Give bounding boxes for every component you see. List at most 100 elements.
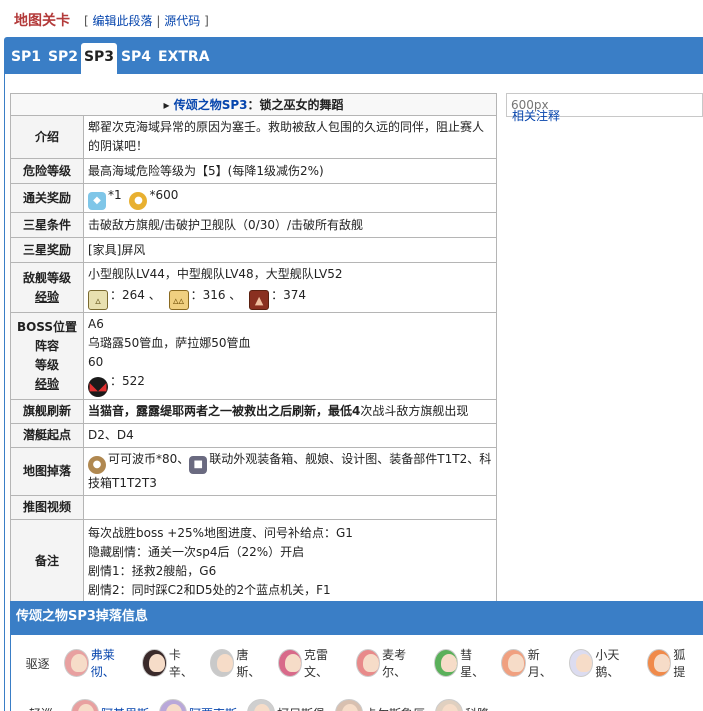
tab-panel-border: [4, 74, 5, 711]
small-fleet-icon: ▵: [88, 290, 108, 310]
star-condition-label: 三星条件: [10, 212, 84, 238]
refresh-cell: 当猫音，露露缇耶两者之一被救出之后刷新，最低4次战斗敌方旗舰出现: [83, 399, 497, 424]
destroyer-item[interactable]: 狐提: [646, 646, 694, 680]
ship-name[interactable]: 弗莱彻、: [91, 646, 133, 680]
map-drop-cell: ● 可可波币*80、 ■ 联动外观装备箱、舰娘、设计图、装备部件T1T2、科技箱T1T…: [83, 447, 497, 496]
ship-name[interactable]: 柯尼斯堡: [277, 705, 325, 711]
intro-label: 介绍: [10, 115, 84, 159]
ship-avatar-face: [508, 654, 525, 672]
reward-label: 通关奖励: [10, 183, 84, 213]
destroyer-list: 弗莱彻、 卡辛、 唐斯、 克雷文、 麦考尔、 彗星、 新月、 小天鹅、 狐提: [64, 646, 703, 680]
coin-icon: ●: [129, 192, 148, 210]
tab-extra[interactable]: EXTRA: [158, 43, 210, 74]
edit-section-link[interactable]: 编辑此段落: [93, 14, 153, 28]
ship-avatar[interactable]: [646, 649, 672, 677]
ship-avatar-face: [362, 654, 379, 672]
ship-name[interactable]: 克雷文、: [304, 646, 346, 680]
ship-name[interactable]: 卡辛、: [169, 646, 200, 680]
cruiser-item[interactable]: 阿贾克斯: [159, 699, 237, 711]
tab-sp2[interactable]: SP2: [47, 43, 79, 74]
ship-avatar[interactable]: [142, 649, 167, 677]
enemy-level-label: 敌舰等级 经验: [10, 262, 84, 313]
ship-avatar[interactable]: [568, 649, 594, 677]
stage-name-link[interactable]: 传颂之物SP3: [174, 98, 248, 112]
view-source-link[interactable]: 源代码: [164, 14, 200, 28]
tab-sp4[interactable]: SP4: [120, 43, 152, 74]
destroyer-row: 驱逐 弗莱彻、 卡辛、 唐斯、 克雷文、 麦考尔、 彗星、 新月、 小天鹅、 狐提: [11, 643, 703, 683]
ship-avatar-face: [342, 704, 359, 711]
section-edit-links: [ 编辑此段落 | 源代码 ]: [84, 14, 209, 28]
ship-avatar-face: [166, 704, 183, 711]
ship-name[interactable]: 新月、: [528, 646, 559, 680]
destroyer-item[interactable]: 新月、: [501, 646, 559, 680]
ship-avatar[interactable]: [433, 649, 459, 677]
equipment-box-icon: ■: [189, 456, 208, 474]
intro-text: 郫翟次克海域异常的原因为塞壬。救助被敌人包围的久远的同伴，阻止赛人的阴谋吧！: [83, 115, 497, 159]
tab-sp3[interactable]: SP3: [81, 43, 117, 74]
ship-name[interactable]: 阿基里斯: [101, 705, 149, 711]
refresh-label: 旗舰刷新: [10, 399, 84, 424]
stage-info-table: ▸ 传颂之物SP3：锁之巫女的舞蹈 介绍 郫翟次克海域异常的原因为塞壬。救助被敌…: [10, 93, 497, 604]
destroyer-item[interactable]: 卡辛、: [142, 646, 200, 680]
map-drop-label: 地图掉落: [10, 447, 84, 496]
ship-name[interactable]: 唐斯、: [236, 646, 267, 680]
section-heading: 地图关卡 [ 编辑此段落 | 源代码 ]: [14, 10, 209, 30]
ship-avatar[interactable]: [159, 699, 188, 711]
ship-name[interactable]: 卡尔斯鲁厄: [365, 705, 425, 711]
destroyer-item[interactable]: 唐斯、: [209, 646, 268, 680]
destroyer-item[interactable]: 小天鹅、: [568, 646, 637, 680]
ship-avatar-face: [284, 654, 301, 672]
light-cruiser-list: 阿基里斯 阿贾克斯 柯尼斯堡 卡尔斯鲁厄 科隆: [71, 699, 499, 711]
ship-avatar[interactable]: [501, 649, 526, 677]
ship-name[interactable]: 狐提: [673, 646, 694, 680]
ship-avatar[interactable]: [277, 649, 303, 677]
ship-name[interactable]: 科隆: [465, 705, 489, 711]
video-label: 推图视频: [10, 495, 84, 520]
ship-avatar-face: [71, 654, 88, 672]
large-fleet-icon: ▲: [249, 290, 270, 310]
ship-avatar-face: [653, 654, 670, 672]
ship-avatar[interactable]: [355, 649, 381, 677]
ship-avatar[interactable]: [247, 699, 276, 711]
ship-avatar[interactable]: [335, 699, 364, 711]
reward-cell: ◆ *1 ● *600: [83, 183, 497, 213]
sub-start-label: 潜艇起点: [10, 423, 84, 448]
ship-name[interactable]: 阿贾克斯: [189, 705, 237, 711]
ship-name[interactable]: 小天鹅、: [595, 646, 637, 680]
light-cruiser-row: 轻巡 阿基里斯 阿贾克斯 柯尼斯堡 卡尔斯鲁厄 科隆: [11, 693, 703, 711]
boss-icon: ◣◢: [88, 377, 108, 397]
stage-tab-bar: SP1 SP2 SP3 SP4 EXTRA: [4, 37, 703, 74]
ship-avatar-face: [254, 704, 271, 711]
related-notes-link[interactable]: 相关注释: [512, 107, 560, 124]
ship-name[interactable]: 麦考尔、: [382, 646, 424, 680]
destroyer-item[interactable]: 麦考尔、: [355, 646, 424, 680]
light-cruiser-label: 轻巡: [11, 705, 71, 711]
cruiser-item[interactable]: 柯尼斯堡: [247, 699, 325, 711]
destroyer-item[interactable]: 弗莱彻、: [64, 646, 132, 680]
ship-avatar-face: [440, 654, 457, 672]
video-cell: [83, 495, 497, 520]
drop-info-title: 传颂之物SP3掉落信息: [11, 601, 703, 635]
cruiser-item[interactable]: 卡尔斯鲁厄: [335, 699, 425, 711]
destroyer-item[interactable]: 彗星、: [433, 646, 492, 680]
star-reward-text: [家具]屏风: [83, 237, 497, 263]
ship-avatar-face: [78, 704, 94, 711]
ship-avatar-face: [575, 654, 592, 672]
destroyer-item[interactable]: 克雷文、: [277, 646, 346, 680]
cruiser-item[interactable]: 科隆: [435, 699, 489, 711]
star-condition-text: 击破敌方旗舰/击破护卫舰队（0/30）/击破所有敌舰: [83, 212, 497, 238]
notes-label: 备注: [10, 519, 84, 604]
ship-name[interactable]: 彗星、: [460, 646, 491, 680]
tab-sp1[interactable]: SP1: [10, 43, 42, 74]
danger-label: 危险等级: [10, 158, 84, 184]
notes-cell: 每次战胜boss +25%地图进度、问号补给点：G1 隐藏剧情：通关一次sp4后…: [83, 519, 497, 604]
cruiser-item[interactable]: 阿基里斯: [71, 699, 149, 711]
ship-avatar-face: [442, 704, 459, 711]
ship-avatar[interactable]: [64, 649, 89, 677]
destroyer-label: 驱逐: [25, 656, 50, 671]
boss-label: BOSS位置 阵容 等级 经验: [10, 312, 84, 400]
ship-avatar[interactable]: [435, 699, 464, 711]
ship-avatar[interactable]: [209, 649, 235, 677]
ship-avatar[interactable]: [71, 699, 99, 711]
cube-icon: ◆: [88, 192, 106, 210]
